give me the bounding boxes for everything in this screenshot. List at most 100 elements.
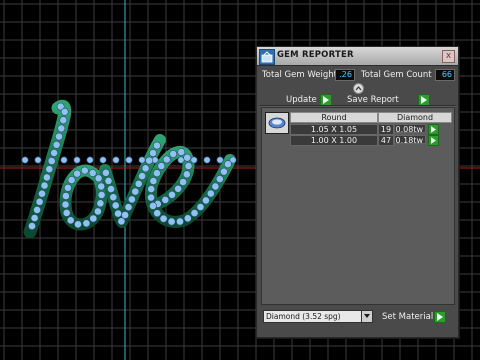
gem-stone[interactable] [167, 217, 176, 226]
gem-stone[interactable] [73, 169, 81, 178]
gem-stone[interactable] [52, 140, 61, 149]
gem-stone[interactable] [67, 176, 76, 184]
gem-stone[interactable] [182, 170, 191, 179]
gem-stone[interactable] [114, 209, 122, 218]
gem-stone[interactable] [125, 156, 133, 164]
gem-stone[interactable] [99, 156, 107, 164]
gem-stone[interactable] [117, 217, 126, 226]
gem-stone[interactable] [190, 156, 198, 164]
gem-stone[interactable] [203, 156, 211, 164]
gem-stone[interactable] [177, 148, 186, 156]
dropdown-button[interactable] [361, 311, 372, 322]
gem-stone[interactable] [38, 189, 46, 198]
gem-stone[interactable] [104, 176, 113, 185]
gem-stone[interactable] [45, 165, 54, 174]
gem-stone[interactable] [94, 207, 102, 216]
gem-stone[interactable] [43, 173, 51, 182]
gem-stone[interactable] [149, 177, 158, 185]
gem-stone[interactable] [96, 199, 105, 208]
gem-stone[interactable] [21, 156, 29, 164]
gem-stone[interactable] [174, 184, 182, 193]
gem-stone[interactable] [138, 172, 146, 180]
gem-stone[interactable] [147, 193, 155, 202]
gem-stone[interactable] [141, 164, 150, 173]
gem-stone[interactable] [159, 214, 168, 223]
gem-stone[interactable] [169, 149, 178, 158]
gem-stone[interactable] [157, 162, 166, 170]
gem-stone[interactable] [138, 156, 146, 164]
gem-stone[interactable] [177, 156, 185, 164]
gem-stone[interactable] [80, 166, 89, 175]
select-row-button[interactable] [428, 124, 439, 135]
gem-stone[interactable] [111, 201, 120, 210]
gem-stone[interactable] [124, 203, 133, 212]
gem-stone[interactable] [196, 203, 205, 211]
gem-thumbnail[interactable] [265, 112, 289, 134]
gem-stone[interactable] [73, 156, 81, 164]
gem-stone[interactable] [201, 196, 210, 205]
gem-stone[interactable] [94, 174, 103, 183]
gem-stone[interactable] [86, 156, 94, 164]
gem-stone[interactable] [162, 155, 171, 164]
gem-stone[interactable] [153, 209, 162, 218]
gem-stone[interactable] [223, 160, 232, 169]
gem-stone[interactable] [33, 205, 41, 214]
gem-stone[interactable] [60, 156, 68, 164]
gem-stone[interactable] [149, 149, 157, 157]
gem-stone[interactable] [211, 182, 220, 191]
gem-stone[interactable] [127, 195, 136, 204]
gem-stone[interactable] [112, 156, 120, 164]
gem-stone[interactable] [62, 208, 71, 217]
gem-stone[interactable] [206, 189, 215, 198]
gem-stone[interactable] [145, 156, 154, 165]
save-report-label[interactable]: Save Report [347, 95, 399, 105]
gem-stone[interactable] [66, 216, 75, 225]
gem-stone[interactable] [109, 193, 118, 202]
set-material-button[interactable] [434, 311, 446, 323]
gem-stone[interactable] [57, 124, 66, 133]
gem-stone[interactable] [82, 219, 91, 228]
gem-stone[interactable] [184, 162, 193, 170]
gem-stone[interactable] [152, 169, 161, 178]
gem-stone[interactable] [102, 168, 110, 177]
gem-stone[interactable] [55, 132, 63, 141]
gem-stone[interactable] [219, 167, 228, 176]
gem-stone[interactable] [121, 211, 129, 219]
gem-stone[interactable] [168, 190, 176, 199]
gem-stone[interactable] [30, 214, 39, 222]
gem-stone[interactable] [107, 185, 115, 193]
gem-stone[interactable] [152, 141, 161, 150]
gem-stone[interactable] [176, 217, 184, 226]
gem-stone[interactable] [149, 201, 157, 210]
set-material-label[interactable]: Set Material [382, 312, 433, 322]
title-bar[interactable]: GEM REPORTER x [257, 47, 458, 66]
update-label[interactable]: Update [286, 95, 317, 105]
gem-stone[interactable] [147, 185, 156, 193]
gem-stone[interactable] [183, 214, 192, 223]
gem-stone[interactable] [60, 107, 69, 116]
gem-stone[interactable] [190, 209, 199, 217]
gem-stone[interactable] [134, 179, 143, 188]
gem-stone[interactable] [47, 157, 56, 165]
gem-list[interactable]: Round Diamond 1.05 X 1.05 19 0.08tw 1.00… [261, 107, 455, 305]
gem-stone[interactable] [61, 200, 70, 209]
gem-stone[interactable] [179, 178, 187, 186]
gem-stone[interactable] [97, 182, 106, 191]
close-button[interactable]: x [442, 50, 455, 63]
gem-stone[interactable] [89, 214, 98, 223]
gem-stone[interactable] [62, 192, 70, 200]
gem-stone[interactable] [161, 195, 170, 204]
gem-stone[interactable] [34, 156, 42, 164]
gem-stone[interactable] [40, 181, 49, 190]
gem-stone[interactable] [50, 148, 58, 157]
gem-stone[interactable] [88, 169, 97, 177]
gem-stone[interactable] [183, 153, 192, 162]
select-row-button[interactable] [428, 135, 439, 146]
collapse-button[interactable] [353, 83, 364, 94]
gem-stone[interactable] [59, 116, 68, 125]
material-select[interactable]: Diamond (3.52 spg) [263, 310, 373, 323]
gem-stone[interactable] [28, 222, 36, 230]
gem-stone[interactable] [97, 190, 106, 199]
gem-stone[interactable] [64, 183, 72, 192]
gem-stone[interactable] [74, 220, 82, 229]
